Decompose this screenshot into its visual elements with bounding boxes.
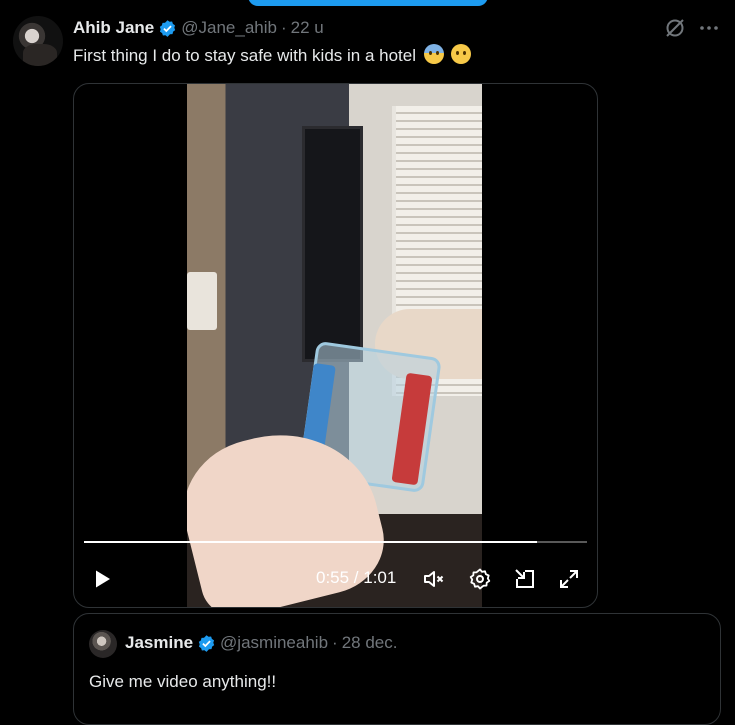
wall-outlet [187,272,217,330]
separator-dot: · [280,18,287,37]
progress-bar[interactable] [84,541,587,543]
quote-author-name[interactable]: Jasmine [125,633,193,653]
separator-dot: · [332,633,338,652]
verified-badge-icon [198,634,215,652]
grok-icon[interactable] [663,16,687,40]
expand-icon[interactable] [557,567,581,591]
author-name[interactable]: Ahib Jane [73,18,154,38]
quote-header: Jasmine @jasmineahib · 28 dec. [125,633,397,653]
avatar[interactable] [13,16,63,66]
more-icon[interactable] [697,16,721,40]
quote-text: Give me video anything!! [89,672,277,691]
gear-icon[interactable] [468,567,492,591]
tweet-header: Ahib Jane @Jane_ahib · 22 u [73,16,324,40]
quote-timestamp[interactable]: 28 dec. [342,633,398,653]
pleading-face-emoji [451,44,472,64]
tweet-body: First thing I do to stay safe with kids … [73,46,416,65]
tweet-text: First thing I do to stay safe with kids … [73,44,472,66]
quote-handle[interactable]: @jasmineahib [220,633,328,653]
tweet-timestamp[interactable]: 22 u [291,18,324,38]
quoted-tweet[interactable]: Jasmine @jasmineahib · 28 dec. Give me v… [73,613,721,725]
mirror-door [302,126,363,362]
progress-fill [84,541,537,543]
volume-mute-icon[interactable] [422,567,446,591]
new-posts-pill[interactable] [248,0,488,6]
verified-badge-icon [160,19,176,37]
play-icon[interactable] [90,567,114,591]
quote-avatar[interactable] [89,630,117,658]
video-frame[interactable] [187,84,482,607]
video-player[interactable]: 0:55 / 1:01 [73,83,598,608]
pip-icon[interactable] [513,567,537,591]
anxious-face-emoji [423,44,444,64]
time-display: 0:55 / 1:01 [316,568,397,587]
author-handle[interactable]: @Jane_ahib [181,18,277,38]
